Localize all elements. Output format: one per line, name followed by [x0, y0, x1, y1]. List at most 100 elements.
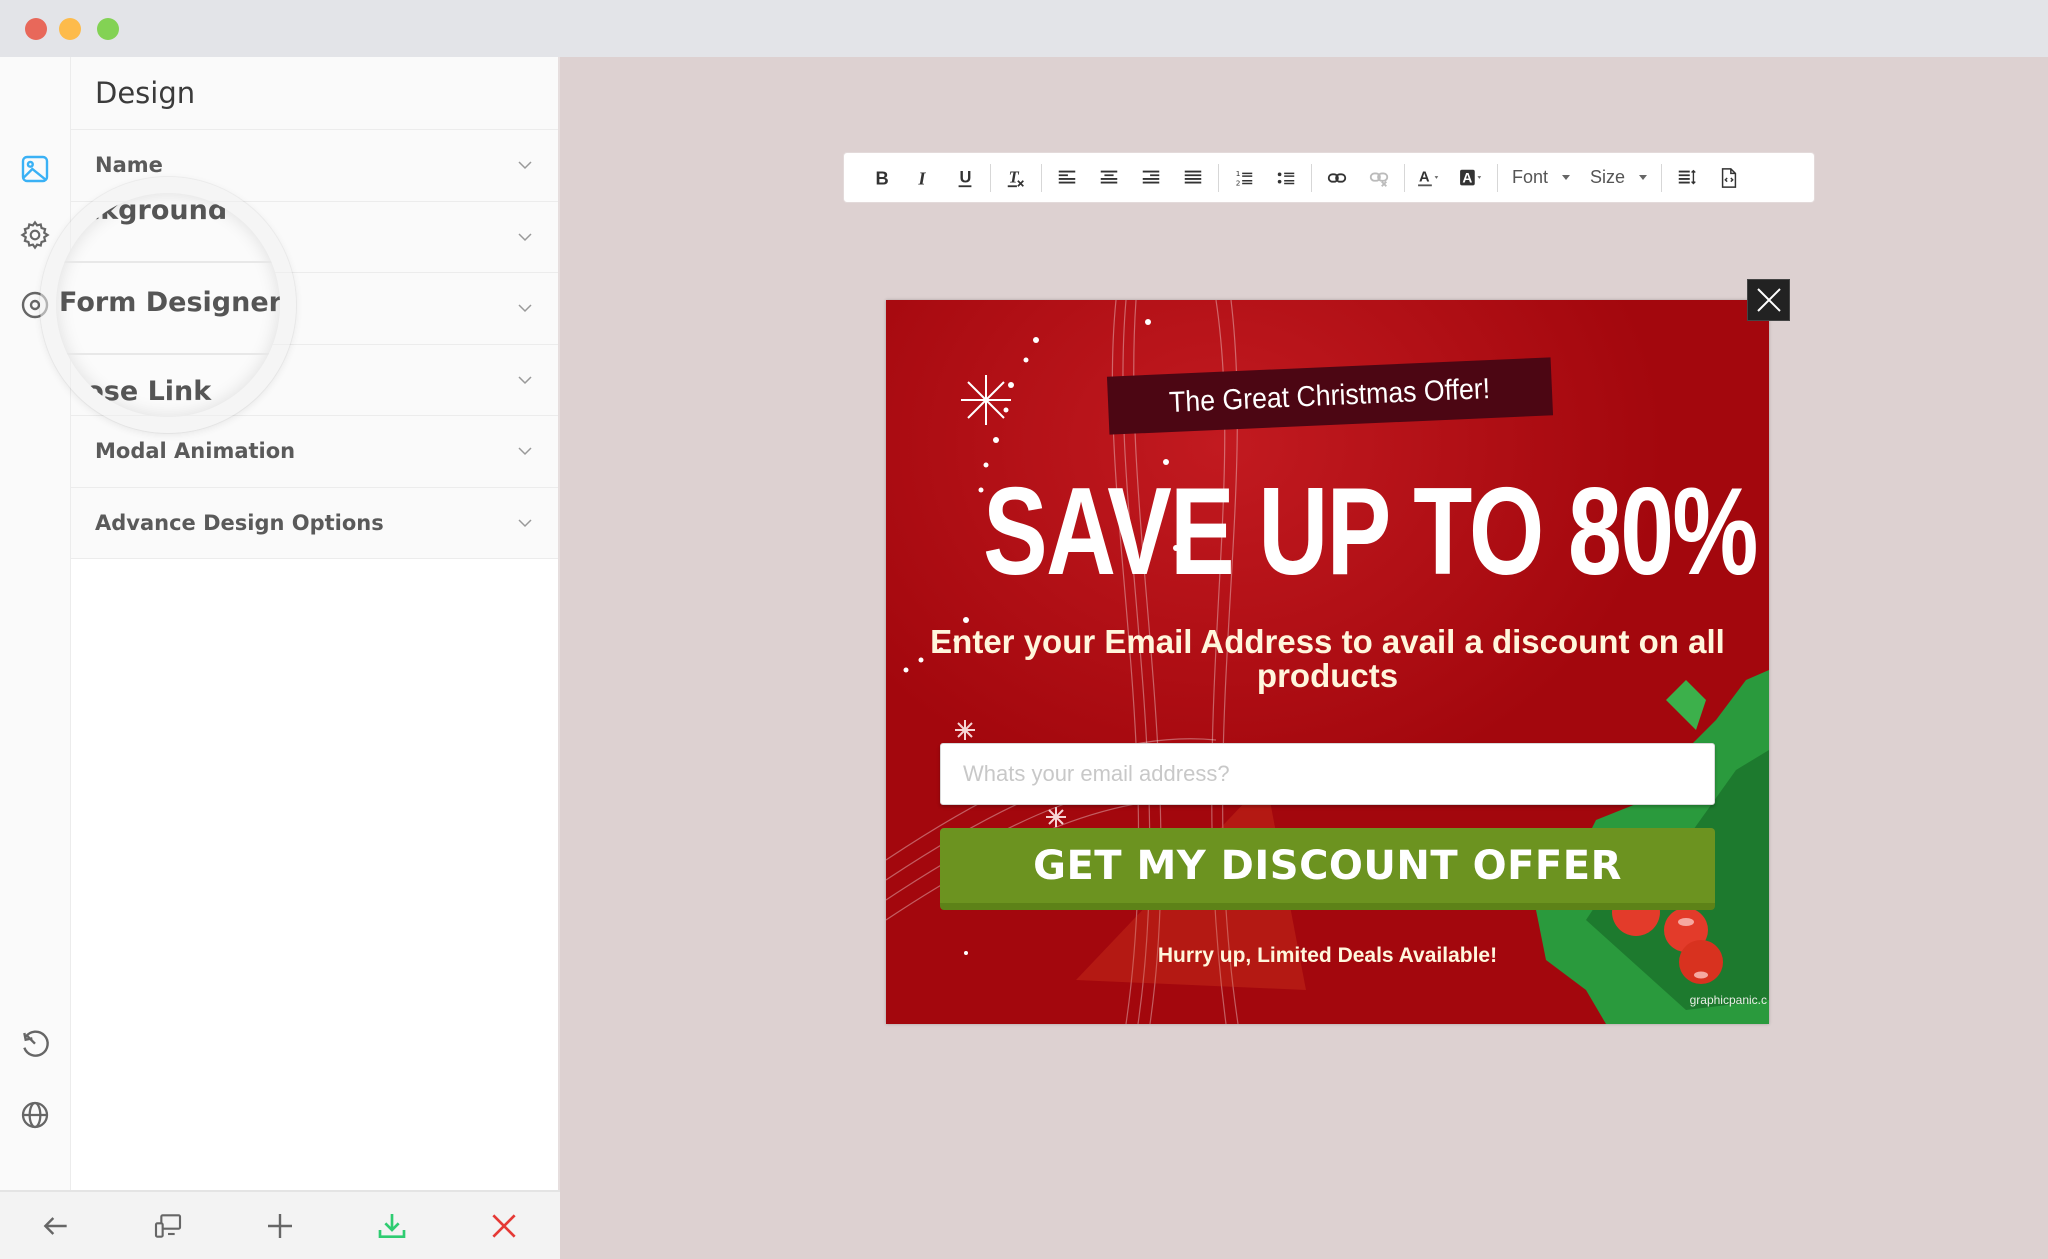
section-advance-design-options[interactable]: Advance Design Options — [71, 487, 558, 559]
section-label: Close Link — [95, 367, 216, 392]
section-label: Name — [95, 153, 163, 178]
align-left-button[interactable] — [1046, 161, 1088, 195]
size-dropdown[interactable]: Size — [1580, 167, 1657, 188]
source-code-icon — [1721, 167, 1737, 188]
image-credit: graphicpanic.c — [1689, 993, 1767, 1007]
background-color-icon: A — [1460, 169, 1482, 185]
settings-tab[interactable] — [17, 217, 53, 253]
numbered-list-button[interactable]: 12 — [1223, 161, 1265, 195]
responsive-preview-button[interactable] — [146, 1204, 190, 1248]
gear-icon — [20, 220, 50, 250]
unlink-icon — [1369, 172, 1389, 187]
section-name[interactable]: Name — [71, 130, 558, 202]
background-color-button[interactable]: A — [1451, 161, 1493, 195]
design-panel: Design Name Background Form Designer Clo… — [71, 57, 560, 1190]
svg-text:A: A — [1419, 169, 1430, 185]
separator — [990, 163, 991, 192]
devices-icon — [154, 1213, 182, 1238]
snowflake-large — [961, 375, 1011, 425]
window-titlebar — [0, 0, 2048, 57]
align-center-icon — [1100, 170, 1118, 183]
window-close-button[interactable] — [25, 18, 47, 40]
headline: SAVE UP TO 80% — [983, 463, 1758, 601]
line-height-icon — [1678, 169, 1696, 184]
target-icon — [21, 291, 49, 319]
section-label: Background — [95, 224, 237, 249]
svg-text:2: 2 — [1236, 178, 1241, 187]
section-label: Advance Design Options — [95, 510, 384, 535]
align-left-icon — [1058, 170, 1076, 183]
get-discount-button[interactable]: GET MY DISCOUNT OFFER — [940, 828, 1715, 910]
italic-icon: I — [917, 168, 926, 188]
history-icon — [23, 1030, 49, 1057]
targeting-tab[interactable] — [17, 287, 53, 323]
window-maximize-button[interactable] — [97, 18, 119, 40]
section-background[interactable]: Background — [71, 201, 558, 273]
language-button[interactable] — [17, 1097, 53, 1133]
remove-format-icon: T — [1007, 167, 1024, 187]
plus-icon — [268, 1213, 292, 1238]
section-modal-animation[interactable]: Modal Animation — [71, 416, 558, 488]
section-close-link[interactable]: Close Link — [71, 344, 558, 416]
text-color-icon: A — [1418, 169, 1439, 186]
svg-text:1: 1 — [1236, 169, 1241, 178]
caret-down-icon — [1639, 175, 1648, 180]
italic-button[interactable]: I — [902, 161, 944, 195]
banner-text: The Great Christmas Offer! — [1168, 372, 1492, 419]
discard-button[interactable] — [482, 1204, 526, 1248]
x-icon — [492, 1213, 516, 1238]
font-dropdown[interactable]: Font — [1502, 167, 1580, 188]
link-button[interactable] — [1316, 161, 1358, 195]
bulleted-list-button[interactable] — [1265, 161, 1307, 195]
history-button[interactable] — [17, 1027, 53, 1063]
separator — [1311, 163, 1312, 192]
rich-text-toolbar: B I U T 12 A A Font Size — [843, 152, 1815, 203]
add-button[interactable] — [258, 1204, 302, 1248]
chevron-down-icon — [518, 519, 532, 527]
svg-text:T: T — [1009, 167, 1020, 186]
panel-header: Design — [71, 57, 558, 130]
align-center-button[interactable] — [1088, 161, 1130, 195]
underline-icon: U — [958, 168, 971, 187]
text-color-button[interactable]: A — [1409, 161, 1451, 195]
line-height-button[interactable] — [1666, 161, 1708, 195]
font-label: Font — [1512, 167, 1549, 187]
panel-title: Design — [95, 76, 196, 110]
source-button[interactable] — [1708, 161, 1750, 195]
back-button[interactable] — [34, 1204, 78, 1248]
numbered-list-icon: 12 — [1236, 169, 1253, 187]
underline-button[interactable]: U — [944, 161, 986, 195]
chevron-down-icon — [518, 447, 532, 456]
svg-text:I: I — [917, 168, 926, 188]
image-icon — [21, 155, 49, 183]
section-form-designer[interactable]: Form Designer — [71, 273, 558, 345]
download-button[interactable] — [370, 1204, 414, 1248]
globe-icon — [21, 1101, 49, 1129]
align-right-icon — [1142, 170, 1160, 183]
size-label: Size — [1590, 167, 1626, 187]
close-icon — [1756, 288, 1781, 312]
chevron-down-icon — [518, 233, 532, 241]
remove-format-button[interactable]: T — [995, 161, 1037, 195]
align-right-button[interactable] — [1130, 161, 1172, 195]
urgency-text: Hurry up, Limited Deals Available! — [1157, 944, 1498, 967]
email-input[interactable] — [940, 743, 1715, 805]
window-minimize-button[interactable] — [59, 18, 81, 40]
chevron-down-icon — [518, 161, 532, 170]
design-tab[interactable] — [17, 151, 53, 187]
download-icon — [378, 1213, 406, 1238]
bulleted-list-icon — [1277, 172, 1295, 184]
separator — [1661, 163, 1663, 192]
popup-close-button[interactable] — [1747, 279, 1790, 321]
align-justify-icon — [1184, 170, 1202, 183]
icon-rail — [0, 57, 71, 1190]
separator — [1404, 163, 1405, 192]
arrow-left-icon — [43, 1216, 67, 1235]
separator — [1041, 163, 1042, 192]
unlink-button[interactable] — [1358, 161, 1400, 195]
separator — [1218, 163, 1219, 192]
justify-button[interactable] — [1172, 161, 1214, 195]
bold-button[interactable]: B — [860, 161, 902, 195]
link-icon — [1327, 172, 1347, 183]
caret-down-icon — [1562, 175, 1571, 180]
